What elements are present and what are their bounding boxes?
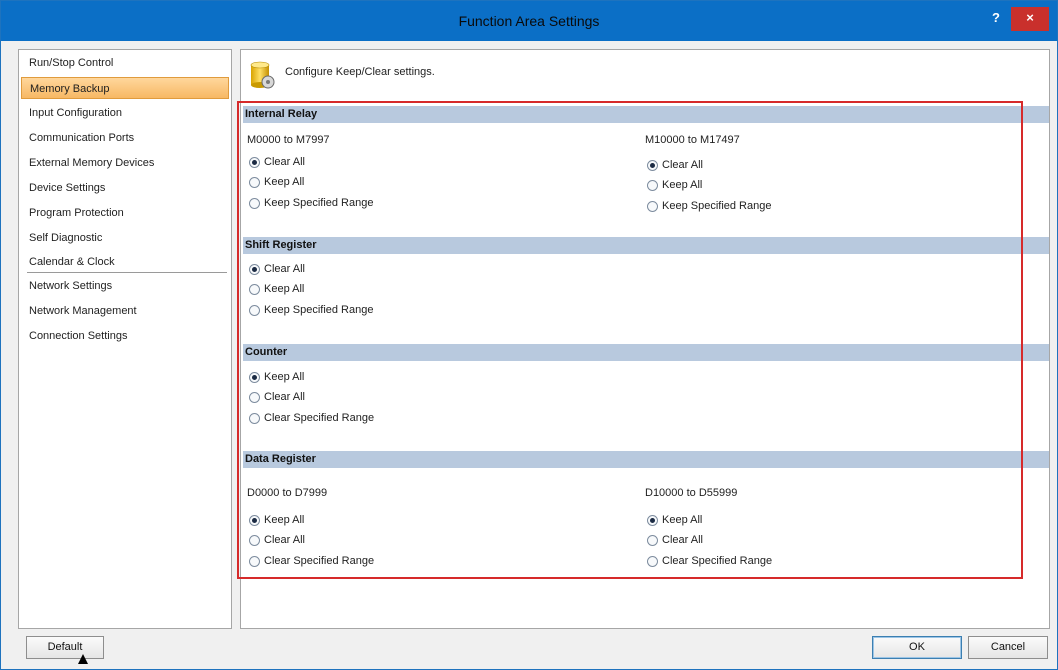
radio-dot bbox=[647, 514, 658, 526]
radio-dot bbox=[249, 514, 260, 526]
ok-button[interactable]: OK bbox=[872, 636, 962, 659]
radio-dot bbox=[249, 283, 260, 295]
radio-dot bbox=[249, 391, 260, 403]
radio-dot bbox=[249, 176, 260, 188]
radio-sr-keep-specified[interactable]: Keep Specified Range bbox=[249, 302, 373, 318]
radio-counter-clear-all[interactable]: Clear All bbox=[249, 389, 305, 405]
radio-dr-left-keep-all[interactable]: Keep All bbox=[249, 512, 304, 528]
nav-item-communication-ports[interactable]: Communication Ports bbox=[21, 127, 229, 149]
nav-item-external-memory-devices[interactable]: External Memory Devices bbox=[21, 152, 229, 174]
database-icon bbox=[250, 61, 275, 89]
radio-label: Clear All bbox=[264, 156, 305, 168]
nav-item-self-diagnostic[interactable]: Self Diagnostic bbox=[21, 227, 229, 249]
radio-dot bbox=[249, 304, 260, 316]
radio-dr-right-clear-all[interactable]: Clear All bbox=[647, 532, 703, 548]
radio-sr-clear-all[interactable]: Clear All bbox=[249, 261, 305, 277]
cancel-button[interactable]: Cancel bbox=[968, 636, 1048, 659]
radio-label: Clear Specified Range bbox=[662, 555, 773, 567]
radio-label: Keep Specified Range bbox=[264, 304, 374, 316]
radio-dot bbox=[249, 412, 260, 424]
radio-dr-left-clear-all[interactable]: Clear All bbox=[249, 532, 305, 548]
nav-item-network-management[interactable]: Network Management bbox=[21, 300, 229, 322]
range-label-m0000: M0000 to M7997 bbox=[247, 134, 330, 146]
nav-item-network-settings[interactable]: Network Settings bbox=[21, 275, 229, 297]
radio-ir-right-keep-all[interactable]: Keep All bbox=[647, 177, 702, 193]
radio-dot bbox=[647, 534, 658, 546]
radio-ir-left-keep-all[interactable]: Keep All bbox=[249, 174, 304, 190]
radio-ir-right-keep-specified[interactable]: Keep Specified Range bbox=[647, 198, 771, 214]
highlight-frame bbox=[237, 101, 1023, 579]
nav-item-device-settings[interactable]: Device Settings bbox=[21, 177, 229, 199]
section-shift-register: Shift Register bbox=[243, 237, 1049, 254]
radio-label: Keep All bbox=[662, 179, 703, 191]
radio-dot bbox=[647, 179, 658, 191]
radio-label: Keep Specified Range bbox=[662, 200, 772, 212]
title-bar[interactable]: Function Area Settings ? × bbox=[1, 1, 1057, 41]
section-internal-relay: Internal Relay bbox=[243, 106, 1049, 123]
help-button[interactable]: ? bbox=[985, 7, 1007, 29]
range-label-d0000: D0000 to D7999 bbox=[247, 487, 328, 499]
section-counter: Counter bbox=[243, 344, 1049, 361]
nav-item-memory-backup[interactable]: Memory Backup bbox=[21, 77, 229, 99]
radio-dot bbox=[647, 159, 658, 171]
range-label-m10000: M10000 to M17497 bbox=[645, 134, 740, 146]
radio-ir-right-clear-all[interactable]: Clear All bbox=[647, 157, 703, 173]
radio-dr-left-clear-specified[interactable]: Clear Specified Range bbox=[249, 553, 374, 569]
nav-item-input-configuration[interactable]: Input Configuration bbox=[21, 102, 229, 124]
default-button[interactable]: Default bbox=[26, 636, 104, 659]
radio-label: Clear All bbox=[264, 534, 305, 546]
radio-ir-left-keep-specified[interactable]: Keep Specified Range bbox=[249, 195, 373, 211]
nav-item-connection-settings[interactable]: Connection Settings bbox=[21, 325, 229, 347]
radio-label: Clear All bbox=[662, 534, 703, 546]
radio-label: Clear Specified Range bbox=[264, 555, 375, 567]
panel-description: Configure Keep/Clear settings. bbox=[285, 66, 435, 78]
range-label-d10000: D10000 to D55999 bbox=[645, 487, 738, 499]
radio-dot bbox=[647, 555, 658, 567]
window-title: Function Area Settings bbox=[458, 13, 600, 29]
section-data-register: Data Register bbox=[243, 451, 1049, 468]
radio-label: Keep All bbox=[264, 176, 305, 188]
radio-sr-keep-all[interactable]: Keep All bbox=[249, 281, 304, 297]
radio-label: Keep All bbox=[264, 514, 305, 526]
radio-counter-clear-specified[interactable]: Clear Specified Range bbox=[249, 410, 374, 426]
radio-counter-keep-all[interactable]: Keep All bbox=[249, 369, 304, 385]
radio-label: Keep All bbox=[662, 514, 703, 526]
nav-item-calendar-clock[interactable]: Calendar & Clock bbox=[21, 251, 229, 273]
nav-separator bbox=[27, 272, 227, 273]
radio-label: Keep Specified Range bbox=[264, 197, 374, 209]
radio-dot bbox=[249, 197, 260, 209]
radio-label: Keep All bbox=[264, 283, 305, 295]
radio-dot bbox=[249, 263, 260, 275]
pointer-arrow-icon bbox=[78, 654, 88, 664]
nav-item-run-stop-control[interactable]: Run/Stop Control bbox=[21, 52, 229, 74]
radio-dot bbox=[249, 371, 260, 383]
radio-dot bbox=[249, 534, 260, 546]
radio-dr-right-clear-specified[interactable]: Clear Specified Range bbox=[647, 553, 772, 569]
radio-dot bbox=[249, 156, 260, 168]
radio-dr-right-keep-all[interactable]: Keep All bbox=[647, 512, 702, 528]
radio-label: Clear All bbox=[264, 391, 305, 403]
radio-label: Clear All bbox=[662, 159, 703, 171]
radio-ir-left-clear-all[interactable]: Clear All bbox=[249, 154, 305, 170]
close-button[interactable]: × bbox=[1011, 7, 1049, 31]
nav-item-program-protection[interactable]: Program Protection bbox=[21, 202, 229, 224]
radio-label: Clear All bbox=[264, 263, 305, 275]
radio-label: Keep All bbox=[264, 371, 305, 383]
radio-dot bbox=[647, 200, 658, 212]
settings-nav-list: Run/Stop Control Memory Backup Input Con… bbox=[18, 49, 232, 629]
memory-backup-panel: Configure Keep/Clear settings. Internal … bbox=[237, 49, 1050, 629]
radio-label: Clear Specified Range bbox=[264, 412, 375, 424]
radio-dot bbox=[249, 555, 260, 567]
